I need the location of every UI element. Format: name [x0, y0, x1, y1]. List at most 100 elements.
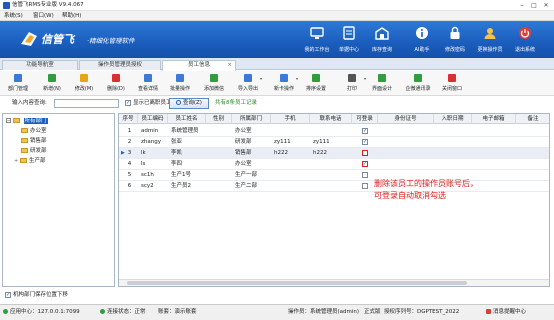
can-login-checkbox[interactable]: ✓ [362, 139, 368, 145]
column-header[interactable]: 联系电话 [310, 114, 352, 124]
exit-system-button[interactable]: 退出系统 [507, 21, 543, 58]
ui-design-icon [378, 74, 386, 82]
dept-position-checkbox[interactable]: ✓ [5, 292, 11, 298]
batch-operation-icon [176, 74, 184, 82]
add-wechat-label: 添加微信 [203, 86, 224, 92]
table-cell-code: ls [141, 161, 146, 167]
maximize-button[interactable]: □ [528, 1, 540, 10]
import-export-label: 导入导出 [237, 86, 258, 92]
can-login-checkbox[interactable] [362, 150, 368, 156]
tree-item-sales[interactable]: 销售部 [21, 138, 47, 145]
tree-root-all-departments[interactable]: − 所有部门 [6, 118, 48, 125]
brand-logo-icon [21, 32, 37, 46]
app-icon [3, 2, 10, 9]
table-cell-name: 李四 [171, 161, 183, 167]
dropdown-arrow-icon[interactable]: ▾ [296, 76, 298, 81]
wecom-contacts-button[interactable]: 企微通讯录 [402, 73, 434, 95]
collapse-icon[interactable]: − [6, 118, 11, 123]
lock-icon [450, 26, 460, 39]
tab-employee-info[interactable]: 员工信息 × [162, 60, 236, 71]
table-cell-name: 生产员2 [171, 183, 191, 189]
table-cell-gender [209, 159, 231, 170]
batch-operation-label: 批量操作 [169, 86, 190, 92]
minimize-button[interactable]: – [516, 1, 528, 10]
table-cell-code: sc1h [141, 172, 154, 178]
show-left-employees-label: 显示已离职员工 [133, 100, 172, 106]
change-password-button[interactable]: 修改密码 [437, 21, 473, 58]
search-input[interactable] [54, 99, 119, 108]
message-center-link[interactable]: 消息提醒中心 [486, 309, 526, 316]
current-row-indicator-icon: ▶ [121, 150, 125, 156]
ui-design-button[interactable]: 界面设计 [366, 73, 398, 95]
delete-button[interactable]: 删除(D) [100, 73, 132, 95]
monitor-icon [310, 27, 324, 39]
can-login-checkbox[interactable]: ✓ [362, 161, 368, 167]
inventory-query-button[interactable]: 库存查询 [364, 21, 400, 58]
can-login-checkbox[interactable]: ✓ [362, 128, 368, 134]
card-operation-icon [280, 74, 288, 82]
column-header[interactable]: 手机 [271, 114, 310, 124]
print-button[interactable]: 打印 ▾ [336, 73, 368, 95]
tab-operator-authorization[interactable]: 操作员管理员授权 [79, 60, 161, 70]
tree-item-production[interactable]: + 生产部 [14, 158, 45, 165]
tab-function-navigation[interactable]: 功能导航室 [2, 60, 78, 70]
switch-operator-button[interactable]: 更换操作员 [472, 21, 508, 58]
window-title: 信管飞RMS专业版 V9.4.067 [12, 2, 84, 8]
show-left-employees-checkbox[interactable]: ✓ [125, 100, 131, 106]
table-cell-phone [313, 170, 351, 181]
annotation-note: 删除该员工的操作员账号后， 可登录自动取消勾选 [374, 178, 478, 202]
batch-operation-button[interactable]: 批量操作 [164, 73, 196, 95]
column-header[interactable]: 序号 [119, 114, 138, 124]
table-cell-name: 张亚 [171, 139, 183, 145]
column-header[interactable]: 备注 [516, 114, 549, 124]
card-operation-button[interactable]: 新卡操作 ▾ [268, 73, 300, 95]
view-detail-button[interactable]: 查看详情 [132, 73, 164, 95]
column-header[interactable]: 员工编码 [138, 114, 168, 124]
expand-icon[interactable]: + [14, 158, 18, 164]
menu-system[interactable]: 系统(S) [4, 13, 23, 20]
table-cell-gender [209, 137, 231, 148]
column-header[interactable]: 可登录 [352, 114, 378, 124]
wecom-contacts-icon [414, 74, 422, 82]
can-login-checkbox[interactable] [362, 172, 368, 178]
record-count-hint: 共有8条员工记录 [215, 100, 257, 106]
scrollbar-thumb[interactable] [127, 281, 467, 285]
table-cell-mobile: h222 [274, 150, 288, 156]
column-header[interactable]: 电子邮箱 [472, 114, 516, 124]
tree-item-rnd[interactable]: 研发部 [21, 148, 47, 155]
sort-settings-button[interactable]: 排序设置 [300, 73, 332, 95]
folder-icon [21, 138, 28, 143]
import-export-button[interactable]: 导入导出 ▾ [232, 73, 264, 95]
server-status-icon [3, 309, 8, 314]
table-cell-dept: 办公室 [235, 128, 252, 134]
employee-table: 序号 员工编码 员工姓名 性别 所属部门 手机 联系电话 可登录 身份证号 入职日期 电子邮箱 备注 1… [118, 113, 550, 287]
close-window-button[interactable]: 关闭窗口 [436, 73, 468, 95]
edit-button[interactable]: 修改(M) [68, 73, 100, 95]
close-tab-icon[interactable]: × [227, 61, 232, 70]
add-wechat-button[interactable]: 添加微信 [198, 73, 230, 95]
column-header[interactable]: 入职日期 [434, 114, 472, 124]
tree-item-office[interactable]: 办公室 [21, 128, 47, 135]
dept-manage-button[interactable]: 部门管理 [2, 73, 34, 95]
workbench-button[interactable]: 我的工作台 [299, 21, 335, 58]
dropdown-arrow-icon[interactable]: ▾ [260, 76, 262, 81]
ai-assistant-button[interactable]: AI助手 [404, 21, 440, 58]
add-button[interactable]: 新增(N) [36, 73, 68, 95]
dept-manage-icon [14, 74, 22, 82]
menu-window[interactable]: 窗口(W) [33, 13, 54, 20]
table-cell-mobile [274, 170, 309, 181]
can-login-checkbox[interactable] [362, 183, 368, 189]
column-header[interactable]: 员工姓名 [168, 114, 206, 124]
sort-settings-icon [312, 74, 320, 82]
edit-icon [80, 74, 88, 82]
column-header[interactable]: 所属部门 [232, 114, 271, 124]
table-cell-phone [313, 181, 351, 192]
document-center-button[interactable]: 单据中心 [331, 21, 367, 58]
close-button[interactable]: ✕ [540, 1, 552, 10]
column-header[interactable]: 身份证号 [378, 114, 434, 124]
menu-help[interactable]: 帮助(H) [62, 13, 81, 20]
query-button[interactable]: 查询(Z) [169, 98, 209, 109]
folder-icon [21, 148, 28, 153]
horizontal-scrollbar[interactable] [119, 279, 549, 286]
column-header[interactable]: 性别 [206, 114, 232, 124]
